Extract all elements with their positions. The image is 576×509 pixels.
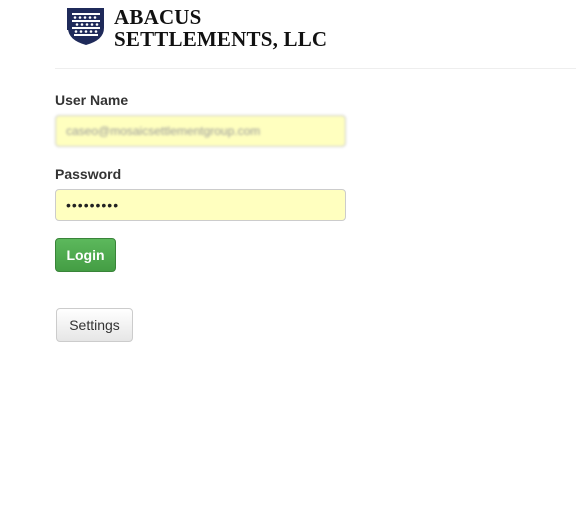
brand-name-line1: ABACUS — [114, 5, 202, 29]
login-page: ABACUS SETTLEMENTS, LLC User Name Passwo… — [0, 0, 576, 509]
settings-button[interactable]: Settings — [56, 308, 133, 342]
brand-name: ABACUS SETTLEMENTS, LLC — [114, 6, 327, 50]
password-field[interactable] — [55, 189, 346, 221]
brand-name-line2: SETTLEMENTS, LLC — [114, 27, 328, 51]
shield-crest-icon — [67, 8, 104, 45]
brand-logo: ABACUS SETTLEMENTS, LLC — [66, 6, 327, 50]
username-label: User Name — [55, 92, 129, 108]
header: ABACUS SETTLEMENTS, LLC — [55, 0, 576, 69]
username-field[interactable] — [55, 115, 346, 147]
password-label: Password — [55, 166, 122, 182]
login-button[interactable]: Login — [55, 238, 116, 272]
